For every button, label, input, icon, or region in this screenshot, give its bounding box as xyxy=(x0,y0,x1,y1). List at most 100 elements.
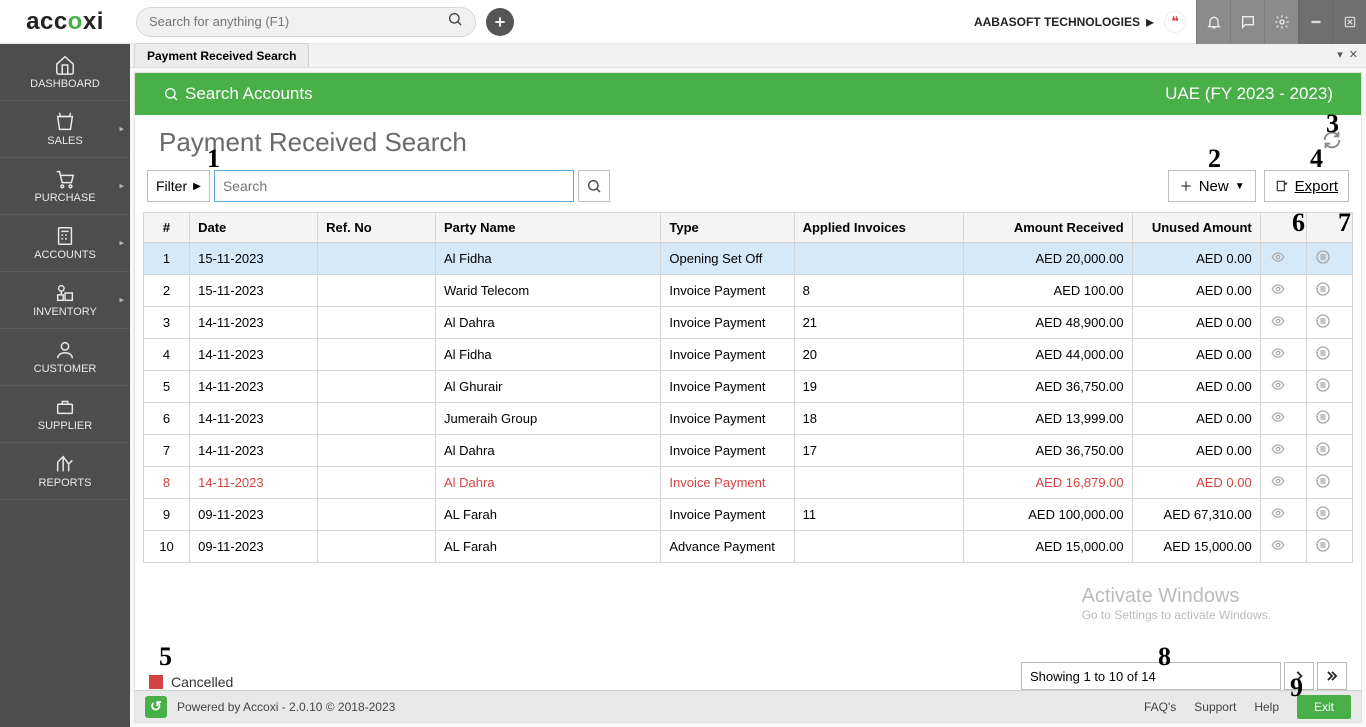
nav-reports[interactable]: REPORTS xyxy=(0,443,130,500)
nav-customer[interactable]: CUSTOMER xyxy=(0,329,130,386)
inline-search-input[interactable] xyxy=(214,170,574,202)
row-menu-icon[interactable] xyxy=(1306,339,1352,371)
cell-applied: 21 xyxy=(794,307,963,339)
row-view-icon[interactable] xyxy=(1260,499,1306,531)
row-view-icon[interactable] xyxy=(1260,243,1306,275)
table-row[interactable]: 115-11-2023Al FidhaOpening Set OffAED 20… xyxy=(144,243,1353,275)
brand-badge[interactable]: ❝ xyxy=(1164,11,1186,33)
nav-purchase[interactable]: PURCHASE ▸ xyxy=(0,158,130,215)
export-button[interactable]: Export xyxy=(1264,170,1349,202)
search-accounts-link[interactable]: Search Accounts xyxy=(163,84,313,104)
global-search[interactable] xyxy=(136,7,476,37)
row-menu-icon[interactable] xyxy=(1306,275,1352,307)
col-date[interactable]: Date xyxy=(190,213,318,243)
legend-cancelled-swatch xyxy=(149,675,163,689)
footer-help[interactable]: Help xyxy=(1254,700,1279,714)
row-menu-icon[interactable] xyxy=(1306,499,1352,531)
footer-support[interactable]: Support xyxy=(1194,700,1236,714)
col-idx[interactable]: # xyxy=(144,213,190,243)
col-ref[interactable]: Ref. No xyxy=(318,213,436,243)
cell-party: Al Dahra xyxy=(435,435,660,467)
row-menu-icon[interactable] xyxy=(1306,371,1352,403)
tab-dropdown-icon[interactable]: ▾ xyxy=(1337,48,1343,61)
row-menu-icon[interactable] xyxy=(1306,467,1352,499)
table-row[interactable]: 714-11-2023Al DahraInvoice Payment17AED … xyxy=(144,435,1353,467)
row-view-icon[interactable] xyxy=(1260,531,1306,563)
cell-amount: AED 15,000.00 xyxy=(963,531,1132,563)
row-view-icon[interactable] xyxy=(1260,435,1306,467)
table-row[interactable]: 1009-11-2023AL FarahAdvance PaymentAED 1… xyxy=(144,531,1353,563)
close-icon[interactable] xyxy=(1332,0,1366,44)
refresh-icon[interactable] xyxy=(1321,129,1343,156)
quick-add-button[interactable] xyxy=(486,8,514,36)
cell-idx: 7 xyxy=(144,435,190,467)
company-caret-icon[interactable]: ▸ xyxy=(1146,12,1154,32)
bell-icon[interactable] xyxy=(1196,0,1230,44)
table-row[interactable]: 614-11-2023Jumeraih GroupInvoice Payment… xyxy=(144,403,1353,435)
table-row[interactable]: 314-11-2023Al DahraInvoice Payment21AED … xyxy=(144,307,1353,339)
chevron-right-icon: ▸ xyxy=(119,181,124,192)
table-row[interactable]: 215-11-2023Warid TelecomInvoice Payment8… xyxy=(144,275,1353,307)
table-row[interactable]: 414-11-2023Al FidhaInvoice Payment20AED … xyxy=(144,339,1353,371)
nav-accounts[interactable]: ACCOUNTS ▸ xyxy=(0,215,130,272)
company-name[interactable]: AABASOFT TECHNOLOGIES xyxy=(974,15,1140,29)
cell-unused: AED 0.00 xyxy=(1132,243,1260,275)
nav-sales[interactable]: SALES ▸ xyxy=(0,101,130,158)
global-search-input[interactable] xyxy=(149,8,447,36)
col-unused[interactable]: Unused Amount xyxy=(1132,213,1260,243)
pager-next-button[interactable] xyxy=(1284,662,1314,690)
nav-dashboard[interactable]: DASHBOARD xyxy=(0,44,130,101)
row-menu-icon[interactable] xyxy=(1306,403,1352,435)
col-party[interactable]: Party Name xyxy=(435,213,660,243)
nav-label: SALES xyxy=(47,135,82,147)
row-view-icon[interactable] xyxy=(1260,275,1306,307)
cell-date: 14-11-2023 xyxy=(190,403,318,435)
left-nav: DASHBOARD SALES ▸ PURCHASE ▸ ACCOUNTS ▸ … xyxy=(0,44,130,727)
chevron-right-icon: ▸ xyxy=(119,238,124,249)
cell-idx: 6 xyxy=(144,403,190,435)
cell-party: Al Dahra xyxy=(435,467,660,499)
new-button[interactable]: New ▼ xyxy=(1168,170,1256,202)
row-menu-icon[interactable] xyxy=(1306,307,1352,339)
row-menu-icon[interactable] xyxy=(1306,531,1352,563)
row-view-icon[interactable] xyxy=(1260,371,1306,403)
cell-unused: AED 0.00 xyxy=(1132,467,1260,499)
inline-search-button[interactable] xyxy=(578,170,610,202)
cell-applied xyxy=(794,243,963,275)
table-row[interactable]: 514-11-2023Al GhurairInvoice Payment19AE… xyxy=(144,371,1353,403)
cell-type: Invoice Payment xyxy=(661,371,794,403)
table-row[interactable]: 814-11-2023Al DahraInvoice PaymentAED 16… xyxy=(144,467,1353,499)
gear-icon[interactable] xyxy=(1264,0,1298,44)
tab-strip: Payment Received Search ▾ ✕ xyxy=(130,44,1366,68)
cell-amount: AED 44,000.00 xyxy=(963,339,1132,371)
nav-label: ACCOUNTS xyxy=(34,249,96,261)
filter-button[interactable]: Filter ▶ xyxy=(147,170,210,202)
exit-button[interactable]: Exit xyxy=(1297,695,1351,719)
pager-last-button[interactable] xyxy=(1317,662,1347,690)
cell-amount: AED 100,000.00 xyxy=(963,499,1132,531)
row-view-icon[interactable] xyxy=(1260,467,1306,499)
top-bar: accoxi AABASOFT TECHNOLOGIES ▸ ❝ xyxy=(0,0,1366,44)
chat-icon[interactable] xyxy=(1230,0,1264,44)
nav-label: SUPPLIER xyxy=(38,420,92,432)
col-applied[interactable]: Applied Invoices xyxy=(794,213,963,243)
tab-close-icon[interactable]: ✕ xyxy=(1349,48,1358,61)
row-view-icon[interactable] xyxy=(1260,307,1306,339)
cell-amount: AED 16,879.00 xyxy=(963,467,1132,499)
row-menu-icon[interactable] xyxy=(1306,435,1352,467)
cell-amount: AED 36,750.00 xyxy=(963,435,1132,467)
tab-payment-received-search[interactable]: Payment Received Search xyxy=(134,43,309,67)
row-view-icon[interactable] xyxy=(1260,403,1306,435)
cell-ref xyxy=(318,403,436,435)
nav-supplier[interactable]: SUPPLIER xyxy=(0,386,130,443)
col-amount[interactable]: Amount Received xyxy=(963,213,1132,243)
footer-faqs[interactable]: FAQ's xyxy=(1144,700,1176,714)
minimize-icon[interactable] xyxy=(1298,0,1332,44)
green-header: Search Accounts UAE (FY 2023 - 2023) xyxy=(135,73,1361,115)
col-type[interactable]: Type xyxy=(661,213,794,243)
table-row[interactable]: 909-11-2023AL FarahInvoice Payment11AED … xyxy=(144,499,1353,531)
nav-inventory[interactable]: INVENTORY ▸ xyxy=(0,272,130,329)
fiscal-year-label: UAE (FY 2023 - 2023) xyxy=(1165,84,1333,104)
row-view-icon[interactable] xyxy=(1260,339,1306,371)
row-menu-icon[interactable] xyxy=(1306,243,1352,275)
